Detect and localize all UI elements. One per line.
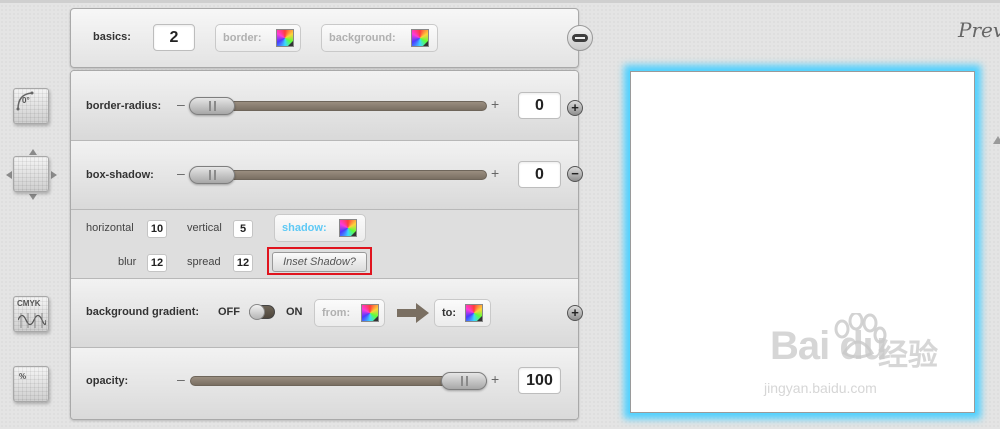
gradient-from-button[interactable]: from:	[314, 299, 385, 327]
gradient-from-label: from:	[322, 307, 351, 319]
opacity-label: opacity:	[86, 375, 129, 387]
gradient-to-button[interactable]: to:	[434, 299, 491, 327]
border-radius-row: border-radius: – + 0	[71, 71, 578, 141]
border-radius-slider-thumb[interactable]	[189, 97, 235, 115]
color-picker-icon	[276, 29, 294, 47]
decrease-icon[interactable]: –	[177, 96, 185, 112]
corner-arc-icon	[16, 91, 34, 111]
blur-value[interactable]: 12	[147, 254, 167, 272]
arrow-down-icon[interactable]	[29, 194, 37, 200]
color-picker-icon	[411, 29, 429, 47]
watermark: Bai du 经验 jingyan.baidu.com	[760, 313, 960, 408]
increase-icon[interactable]: +	[491, 371, 499, 387]
toggle-knob	[249, 304, 265, 320]
gradient-on-label: ON	[286, 306, 303, 318]
decrease-icon[interactable]: –	[177, 371, 185, 387]
increase-icon[interactable]: +	[491, 96, 499, 112]
top-divider	[0, 0, 1000, 3]
collapse-box-shadow-button[interactable]: −	[567, 166, 583, 182]
vertical-label: vertical	[187, 222, 222, 234]
horizontal-label: horizontal	[86, 222, 134, 234]
background-gradient-row: background gradient: OFF ON from: to:	[71, 279, 578, 348]
gradient-tool[interactable]: CMYK	[13, 296, 49, 332]
spread-label: spread	[187, 256, 221, 268]
arrow-right-icon[interactable]	[51, 171, 57, 179]
spread-value[interactable]: 12	[233, 254, 253, 272]
decrease-icon[interactable]: –	[177, 165, 185, 181]
expand-gradient-button[interactable]: +	[567, 305, 583, 321]
basics-panel: basics: 2 border: background:	[70, 8, 579, 68]
gradient-wave-icon	[18, 313, 46, 328]
background-color-label: background:	[329, 32, 396, 44]
gradient-toggle[interactable]	[249, 304, 275, 320]
blur-label: blur	[118, 256, 137, 268]
inset-shadow-button[interactable]: Inset Shadow?	[272, 252, 367, 272]
caret-up-icon[interactable]	[993, 136, 1000, 144]
basics-label: basics:	[93, 31, 131, 43]
watermark-url: jingyan.baidu.com	[764, 380, 877, 396]
background-gradient-label: background gradient:	[86, 306, 200, 318]
horizontal-value[interactable]: 10	[147, 220, 167, 238]
box-shadow-slider-thumb[interactable]	[189, 166, 235, 184]
color-picker-icon	[465, 304, 483, 322]
gradient-to-label: to:	[442, 307, 457, 319]
preview-title: Preview	[958, 18, 1000, 42]
color-picker-icon	[339, 219, 357, 237]
plus-icon: +	[571, 305, 579, 320]
box-shadow-value[interactable]: 0	[518, 161, 561, 188]
shadow-color-label: shadow:	[282, 222, 327, 234]
settings-panel: border-radius: – + 0 box-shadow: – + 0 h…	[70, 70, 579, 420]
expand-border-radius-button[interactable]: +	[567, 100, 583, 116]
border-radius-label: border-radius:	[86, 100, 162, 112]
border-radius-value[interactable]: 0	[518, 92, 561, 119]
background-color-button[interactable]: background:	[321, 24, 438, 52]
shadow-color-button[interactable]: shadow:	[274, 214, 366, 242]
border-color-button[interactable]: border:	[215, 24, 301, 52]
arrow-right-icon	[397, 303, 429, 323]
minus-icon	[572, 34, 588, 42]
watermark-brand: Bai du	[770, 324, 887, 368]
border-color-label: border:	[223, 32, 262, 44]
minus-icon: −	[571, 166, 579, 181]
border-radius-tool[interactable]: 0°	[13, 88, 49, 124]
opacity-row: opacity: – + 100	[71, 348, 578, 419]
opacity-tool[interactable]: %	[13, 366, 49, 402]
arrow-up-icon[interactable]	[29, 149, 37, 155]
collapse-button[interactable]	[567, 25, 593, 51]
shadow-options-row: horizontal 10 vertical 5 shadow: blur 12…	[71, 210, 578, 279]
gradient-off-label: OFF	[218, 306, 240, 318]
increase-icon[interactable]: +	[491, 165, 499, 181]
arrow-left-icon[interactable]	[6, 171, 12, 179]
box-shadow-row: box-shadow: – + 0	[71, 141, 578, 210]
plus-icon: +	[571, 100, 579, 115]
box-shadow-label: box-shadow:	[86, 169, 154, 181]
vertical-value[interactable]: 5	[233, 220, 253, 238]
opacity-value[interactable]: 100	[518, 367, 561, 394]
basics-value[interactable]: 2	[153, 24, 195, 51]
watermark-brand-cn: 经验	[878, 339, 938, 372]
cmyk-tool-label: CMYK	[17, 299, 41, 308]
box-shadow-tool[interactable]	[13, 156, 49, 192]
opacity-tool-label: %	[19, 372, 27, 381]
color-picker-icon	[361, 304, 379, 322]
opacity-slider-thumb[interactable]	[441, 372, 487, 390]
